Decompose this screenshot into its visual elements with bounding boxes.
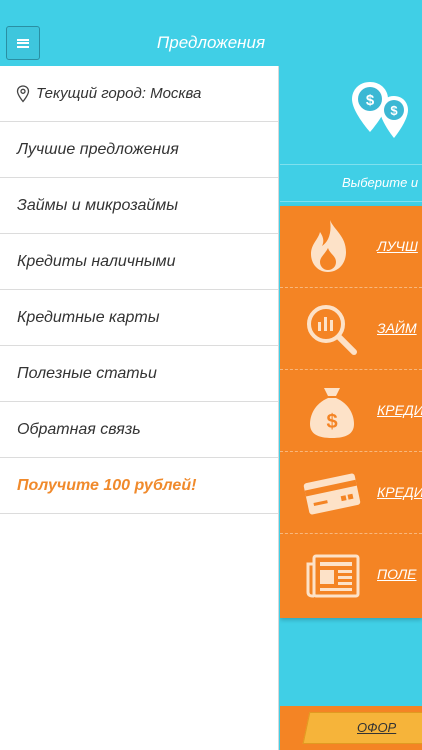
category-row-loans[interactable]: ЗАЙМ <box>280 288 422 370</box>
status-bar <box>0 0 422 20</box>
fire-icon <box>311 220 346 272</box>
select-hint: Выберите и <box>280 164 422 202</box>
categories-panel: ЛУЧШ ЗАЙМ $ КРЕДИ КРЕДИ ПОЛЕ <box>280 206 422 618</box>
category-label[interactable]: ЗАЙМ <box>377 320 417 336</box>
drawer-item-feedback[interactable]: Обратная связь <box>0 402 278 458</box>
drawer-item-label: Полезные статьи <box>17 364 157 382</box>
side-drawer: Текущий город: Москва Лучшие предложения… <box>0 66 279 750</box>
order-button[interactable]: ОФОР <box>302 712 422 744</box>
order-button-label: ОФОР <box>357 720 397 735</box>
drawer-item-label: Кредиты наличными <box>17 252 176 270</box>
location-pin-icon <box>16 84 30 103</box>
newspaper-icon <box>306 554 360 598</box>
category-label[interactable]: КРЕДИ <box>377 402 422 418</box>
drawer-item-label: Займы и микрозаймы <box>17 196 178 214</box>
category-row-articles[interactable]: ПОЛЕ <box>280 534 422 616</box>
bottom-bar: ОФОР <box>280 706 422 750</box>
drawer-item-cash-credits[interactable]: Кредиты наличными <box>0 234 278 290</box>
money-bag-icon: $ <box>310 388 354 438</box>
credit-card-icon <box>303 473 361 515</box>
drawer-item-label: Обратная связь <box>17 420 141 438</box>
category-label[interactable]: ЛУЧШ <box>377 238 418 254</box>
page-title: Предложения <box>156 33 266 52</box>
category-row-cards[interactable]: КРЕДИ <box>280 452 422 534</box>
current-city-label: Текущий город: Москва <box>36 85 202 102</box>
category-row-cash[interactable]: $ КРЕДИ <box>280 370 422 452</box>
drawer-item-credit-cards[interactable]: Кредитные карты <box>0 290 278 346</box>
navbar: Предложения <box>0 20 422 66</box>
magnifier-chart-icon <box>307 305 357 355</box>
logo-icon: $ $ <box>352 82 408 138</box>
current-city[interactable]: Текущий город: Москва <box>0 66 278 122</box>
drawer-item-label: Лучшие предложения <box>17 140 179 158</box>
drawer-item-loans[interactable]: Займы и микрозаймы <box>0 178 278 234</box>
svg-text:$: $ <box>390 103 398 118</box>
drawer-item-best-offers[interactable]: Лучшие предложения <box>0 122 278 178</box>
category-label[interactable]: ПОЛЕ <box>377 566 417 582</box>
main-content: $ $ Выберите и ЛУЧШ ЗАЙМ $ КРЕДИ КРЕДИ П… <box>280 66 422 750</box>
category-label[interactable]: КРЕДИ <box>377 484 422 500</box>
category-row-best[interactable]: ЛУЧШ <box>280 206 422 288</box>
drawer-item-promo[interactable]: Получите 100 рублей! <box>0 458 278 514</box>
svg-text:$: $ <box>366 92 375 109</box>
svg-text:$: $ <box>326 411 337 433</box>
drawer-item-articles[interactable]: Полезные статьи <box>0 346 278 402</box>
drawer-item-label: Кредитные карты <box>17 308 160 326</box>
promo-label: Получите 100 рублей! <box>17 476 197 494</box>
